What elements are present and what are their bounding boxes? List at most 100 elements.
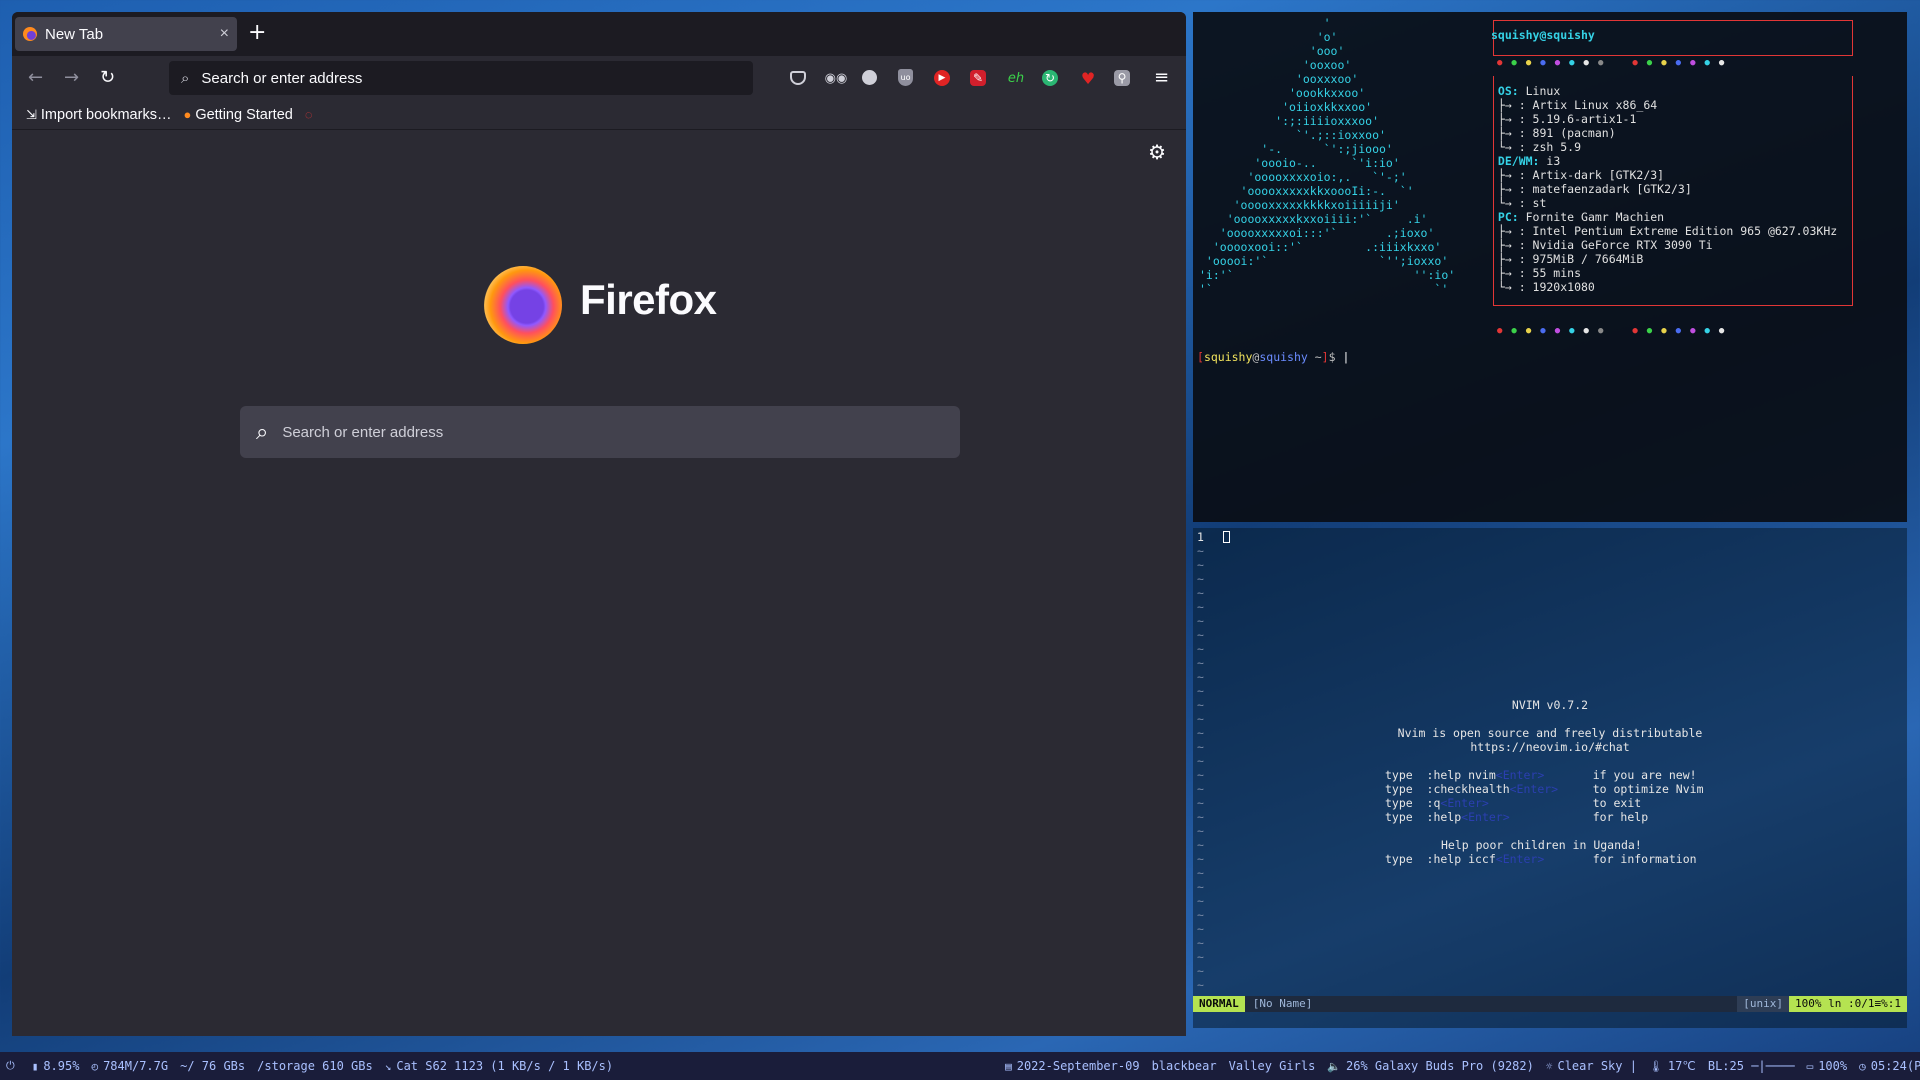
navigation-toolbar: ← → ↻ ⌕ Search or enter address ◉◉ uo ▶ … [12,56,1186,100]
empty-line-tilde: ~ [1197,894,1204,908]
youtube-icon[interactable]: ▶ [934,70,950,86]
prompt-host: squishy [1259,350,1308,364]
buffer-name: [No Name] [1252,997,1313,1010]
gear-icon[interactable]: ⚙ [1148,140,1166,164]
bar-item: ☼ Clear Sky | [1540,1059,1643,1073]
system-info-line: ├→ : 5.19.6-artix1-1 [1491,112,1837,126]
palette-dot: ● [1525,326,1532,336]
palette-dot: ● [1540,326,1546,336]
bar-text: 100% [1818,1059,1848,1073]
url-bar[interactable]: ⌕ Search or enter address [169,61,753,95]
bookmark-import[interactable]: ⇲ Import bookmarks… [26,107,171,123]
empty-line-tilde: ~ [1197,572,1204,586]
empty-line-tilde: ~ [1197,614,1204,628]
palette-dot: ● [1511,58,1517,68]
pocket-icon[interactable] [790,71,806,85]
forward-arrow-icon[interactable]: → [64,67,79,88]
palette-dot: ● [1583,326,1589,336]
palette-dot: ● [1583,58,1589,68]
palette-dot: ● [1704,326,1710,336]
color-palette-bottom: ● ● ● ● ● ● ● ● ● ● ● ● ● ● ● [1497,324,1724,338]
palette-dot: ● [1497,326,1503,336]
terminal-window[interactable]: ' 'o' 'ooo' 'ooxoo' 'ooxxxoo' 'oookkxxoo… [1193,12,1907,522]
new-tab-button[interactable]: + [248,20,266,46]
help-command-desc: if you are new! [1592,768,1697,782]
empty-line-tilde: ~ [1197,600,1204,614]
system-info-value: ├→ : 55 mins [1491,266,1582,280]
help-command-type: type :help nvim [1385,768,1496,782]
system-info-value: ├→ : 5.19.6-artix1-1 [1491,112,1637,126]
bookmark-import-label: Import bookmarks… [40,106,172,123]
bar-item: Valley Girls [1223,1059,1322,1073]
prompt-bracket: ] [1321,350,1329,364]
empty-line-tilde: ~ [1197,978,1204,992]
firefox-favicon-icon: ● [183,106,192,122]
nvim-window[interactable]: 1 ~ ~ ~ ~ ~ ~ ~ ~ ~ ~ ~ ~ ~ ~ ~ ~ ~ ~ ~ ~ ~ ~ ~ ~ ~ ~ ~ ~ ~ ~ ~ ~ NVIM v… [1193,528,1907,1028]
nvim-intro: NVIM v0.7.2 Nvim is open source and free… [1397,698,1703,754]
empty-line-tilde: ~ [1197,642,1204,656]
close-tab-icon[interactable]: × [220,25,229,43]
bar-item: ◴ 784M/7.7G [85,1059,174,1073]
system-info-line: └→ : zsh 5.9 [1491,140,1837,154]
page-search-input[interactable]: ⌕ Search or enter address [240,406,960,458]
menu-icon[interactable]: ≡ [1154,67,1169,88]
empty-line-tilde: ~ [1197,684,1204,698]
help-command-type: type :help iccf [1385,852,1496,866]
bar-icon: ▮ [31,1059,39,1073]
bar-item: ~/ 76 GBs [174,1059,251,1073]
text-cursor: | [1342,350,1350,364]
url-placeholder: Search or enter address [201,69,363,87]
bar-item: ⏻ [0,1059,26,1073]
bar-text: 2022-September-09 [1016,1059,1140,1073]
sync-icon[interactable]: ↻ [1042,70,1058,86]
system-info-value: ├→ : Artix Linux x86_64 [1491,98,1658,112]
ublock-icon[interactable]: uo [898,69,913,86]
tab-title: New Tab [45,25,104,43]
empty-line-tilde: ~ [1197,768,1204,782]
reload-icon[interactable]: ↻ [100,67,115,88]
bar-icon: ☼ [1545,1059,1553,1073]
system-info-line: DE/WM: i3 [1491,154,1837,168]
help-command-line: type :help<Enter> for help [1385,810,1704,824]
bar-item: BL:25 ─|──── [1702,1059,1801,1073]
system-info-value: i3 [1539,154,1561,168]
help-command-enter: <Enter> [1509,782,1559,796]
bar-icon: ⏻ [6,1059,15,1072]
system-info-line: OS: Linux [1491,84,1837,98]
nvim-statusline: NORMAL [No Name] [unix] 100% ln :0/1≡%:1 [1193,996,1907,1012]
eh-icon[interactable]: eh [1006,68,1026,88]
extension-bookmark-icon[interactable]: ◌ [305,107,313,122]
search-icon: ⌕ [256,419,269,444]
help-command-line: type :help iccf<Enter> for information [1385,852,1704,866]
palette-dot: ● [1675,326,1682,336]
palette-dot: ● [1718,326,1725,336]
bookmark-getting-started[interactable]: ● Getting Started [183,107,292,123]
help-command-type: type :checkhealth [1385,782,1510,796]
bar-icon: 🔈 [1327,1059,1341,1073]
tab-new-tab[interactable]: New Tab × [15,17,237,51]
system-info-line: ├→ : 891 (pacman) [1491,126,1837,140]
system-info-value: ├→ : matefaenzadark [GTK2/3] [1491,182,1692,196]
mode-indicator: NORMAL [1193,996,1245,1012]
bar-icon: ↘ [384,1059,392,1073]
bar-icon: ◴ [91,1059,99,1073]
extension-icon[interactable] [862,70,877,85]
prompt-sign: $ [1328,350,1343,364]
firefox-wordmark: Firefox [580,276,717,323]
system-info-line: ├→ : 55 mins [1491,266,1837,280]
glasses-icon[interactable]: ◉◉ [825,68,848,88]
empty-line-tilde: ~ [1197,838,1204,852]
palette-dot: ● [1661,58,1667,68]
nvim-help-commands: type :help nvim <Enter> if you are new! ty… [1385,768,1704,866]
cursor-position: 100% ln :0/1≡%:1 [1789,996,1907,1012]
system-info-value: Fornite Gamr Machien [1518,210,1665,224]
tool-icon[interactable]: ⚲ [1114,70,1130,86]
palette-dot: ● [1704,58,1710,68]
palette-dot: ● [1661,326,1667,336]
pen-icon[interactable]: ✎ [970,70,986,86]
heart-icon[interactable]: ♥ [1078,68,1098,88]
back-arrow-icon[interactable]: ← [28,67,43,88]
system-info-key: OS: [1491,84,1519,98]
status-bar: ⏻ ▮ 8.95% ◴ 784M/7.7G ~/ 76 GBs/storage 610 G… [0,1052,1920,1080]
